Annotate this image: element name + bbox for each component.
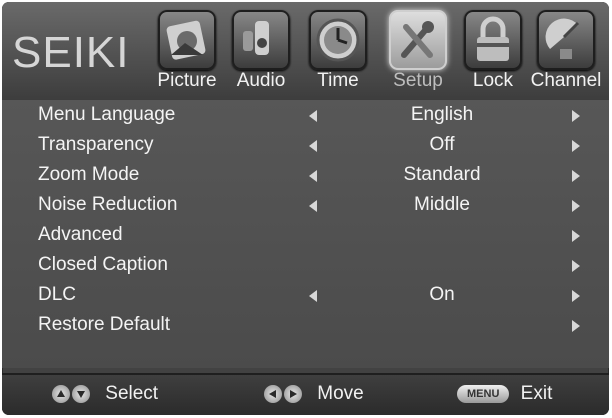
exit-label: Exit (520, 383, 553, 404)
menu-button-icon: MENU (457, 384, 510, 403)
menu-item-value: Off (429, 134, 455, 155)
menu-item-label: Advanced (38, 224, 123, 245)
left-button-icon (264, 384, 282, 403)
tab-lock[interactable]: Lock (457, 10, 529, 96)
arrow-right-icon[interactable] (572, 260, 580, 272)
channel-icon (537, 10, 595, 70)
menu-item-label: Zoom Mode (38, 164, 140, 185)
arrow-right-icon[interactable] (572, 200, 580, 212)
tv-osd-menu: SEIKI Picture Audio Time Setup Lock Chan… (2, 2, 609, 415)
tab-audio[interactable]: Audio (225, 10, 297, 96)
arrow-right-icon[interactable] (572, 230, 580, 242)
menu-item-label: Noise Reduction (38, 194, 178, 215)
tab-label: Picture (157, 70, 217, 91)
arrow-left-icon[interactable] (309, 140, 317, 152)
tab-time[interactable]: Time (302, 10, 374, 96)
move-hint: Move (264, 383, 364, 405)
select-hint: Select (52, 383, 158, 405)
menu-item-label: Menu Language (38, 104, 176, 125)
tab-label: Channel (530, 70, 602, 91)
menu-item-label: Transparency (38, 134, 154, 155)
brand-logo: SEIKI (12, 28, 130, 77)
time-icon (309, 10, 367, 70)
menu-item-value: Standard (403, 164, 481, 185)
tab-label: Audio (236, 70, 286, 91)
setup-icon (389, 10, 447, 70)
menu-item-value: Middle (414, 194, 470, 215)
arrow-left-icon[interactable] (309, 170, 317, 182)
arrow-left-icon[interactable] (309, 110, 317, 122)
arrow-right-icon[interactable] (572, 290, 580, 302)
arrow-left-icon[interactable] (309, 200, 317, 212)
menu-item-menu-language[interactable]: Menu Language English (2, 102, 609, 132)
footer-hint-bar: Select Move MENU Exit (2, 373, 609, 415)
menu-item-noise-reduction[interactable]: Noise Reduction Middle (2, 192, 609, 222)
tab-setup[interactable]: Setup (382, 10, 454, 96)
tab-picture[interactable]: Picture (151, 10, 223, 96)
menu-item-dlc[interactable]: DLC On (2, 282, 609, 312)
arrow-right-icon[interactable] (572, 110, 580, 122)
arrow-right-icon[interactable] (572, 170, 580, 182)
lock-icon (464, 10, 522, 70)
menu-item-label: Closed Caption (38, 254, 168, 275)
select-label: Select (105, 383, 159, 404)
exit-hint: MENU Exit (457, 383, 552, 405)
menu-item-advanced[interactable]: Advanced (2, 222, 609, 252)
menu-item-value: English (410, 104, 474, 125)
down-button-icon (72, 384, 90, 403)
right-button-icon (284, 384, 302, 403)
picture-icon (158, 10, 216, 70)
header-bar: SEIKI Picture Audio Time Setup Lock Chan… (2, 2, 609, 100)
menu-item-transparency[interactable]: Transparency Off (2, 132, 609, 162)
move-label: Move (317, 383, 364, 404)
arrow-right-icon[interactable] (572, 320, 580, 332)
arrow-left-icon[interactable] (309, 290, 317, 302)
up-button-icon (52, 384, 70, 403)
setup-menu: Menu Language English Transparency Off Z… (2, 100, 609, 368)
arrow-right-icon[interactable] (572, 140, 580, 152)
tab-label: Time (317, 70, 359, 91)
menu-item-label: DLC (38, 284, 77, 305)
menu-item-closed-caption[interactable]: Closed Caption (2, 252, 609, 282)
menu-item-zoom-mode[interactable]: Zoom Mode Standard (2, 162, 609, 192)
menu-item-value: On (429, 284, 455, 305)
menu-item-label: Restore Default (38, 314, 171, 335)
audio-icon (232, 10, 290, 70)
tab-label: Lock (472, 70, 514, 91)
menu-item-restore-default[interactable]: Restore Default (2, 312, 609, 342)
tab-channel[interactable]: Channel (530, 10, 602, 96)
tab-label: Setup (393, 70, 443, 91)
